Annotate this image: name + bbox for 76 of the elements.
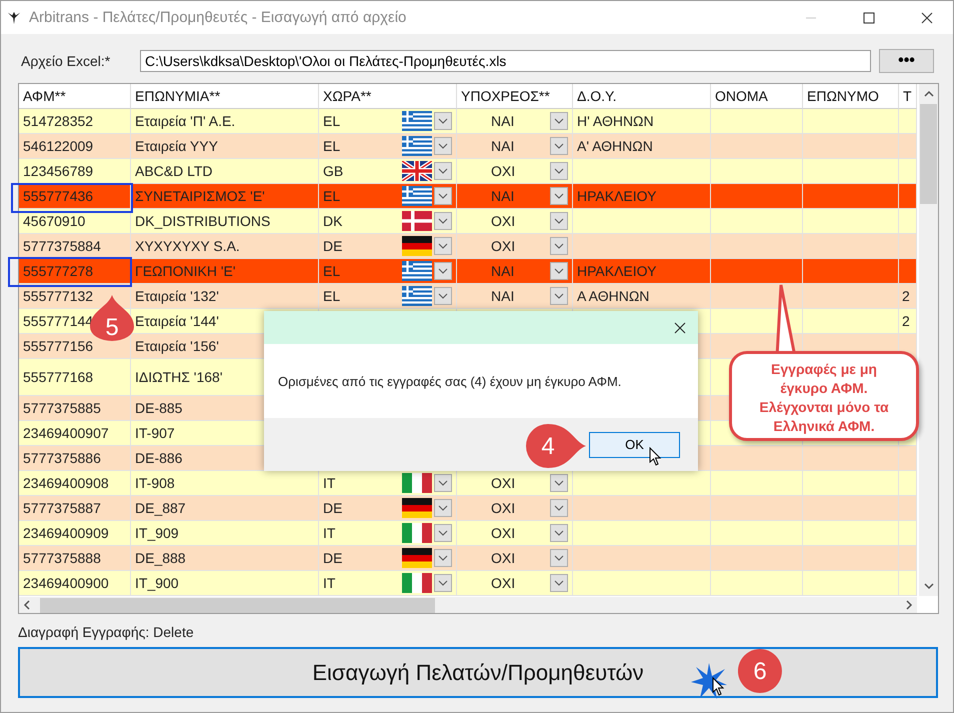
table-cell: DE	[323, 238, 342, 254]
table-cell: ABC&D LTD	[135, 163, 213, 179]
table-cell: ΟΧΙ	[491, 550, 516, 566]
table-cell: XYXYXYXY S.A.	[135, 238, 240, 254]
table-cell: 5777375888	[23, 550, 101, 566]
table-cell: ΗΡΑΚΛΕΙΟΥ	[577, 188, 656, 204]
table-cell: ΝΑΙ	[491, 188, 514, 204]
table-cell: 5777375886	[23, 450, 101, 466]
table-cell: ΗΡΑΚΛΕΙΟΥ	[577, 263, 656, 279]
table-cell: 514728352	[23, 113, 94, 129]
table-cell: DE	[323, 500, 342, 516]
table-cell: Εταιρεία 'Π' Α.Ε.	[135, 113, 236, 129]
table-cell: 2	[902, 313, 910, 329]
table-cell: ΟΧΙ	[491, 213, 516, 229]
table-cell: IT	[323, 525, 336, 541]
table-cell: EL	[323, 113, 340, 129]
table-cell: IT	[323, 575, 336, 591]
table-cell: IT_909	[135, 525, 179, 541]
delete-hint: Διαγραφή Εγγραφής: Delete	[18, 624, 195, 640]
table-cell: ΟΧΙ	[491, 163, 516, 179]
table-cell: GB	[323, 163, 344, 179]
table-cell: 5777375887	[23, 500, 101, 516]
table-cell: 123456789	[23, 163, 94, 179]
table-cell: ΟΧΙ	[491, 525, 516, 541]
table-cell: IT-908	[135, 475, 175, 491]
table-cell: 555777156	[23, 338, 94, 354]
callout-text: Εγγραφές με μη έγκυρο ΑΦΜ. Ελέγχονται μόνο τα Ελληνικά ΑΦΜ.	[729, 351, 919, 441]
table-cell: 23469400908	[23, 475, 109, 491]
step-marker: 4	[526, 424, 588, 468]
table-cell: ΟΧΙ	[491, 475, 516, 491]
dialog-message: Ορισμένες από τις εγγραφές σας (4) έχουν μη έγκυρο ΑΦΜ.	[278, 374, 622, 388]
file-label: Αρχείο Excel:*	[21, 53, 112, 69]
table-cell: Εταιρεία '144'	[135, 313, 219, 329]
table-cell: ΓΕΩΠΟΝΙΚΗ 'Ε'	[135, 263, 236, 279]
table-cell: 555777278	[23, 263, 94, 279]
table-cell: ΝΑΙ	[491, 263, 514, 279]
table-cell: DE_888	[135, 550, 186, 566]
table-cell: ΣΥΝΕΤΑΙΡΙΣΜΟΣ 'Ε'	[135, 188, 265, 204]
table-cell: 23469400900	[23, 575, 109, 591]
step-marker: 6	[738, 649, 782, 693]
table-cell: IT	[323, 475, 336, 491]
table-cell: 546122009	[23, 138, 94, 154]
table-cell: 555777168	[23, 369, 94, 385]
table-cell: Α ΑΘΗΝΩΝ	[577, 288, 650, 304]
table-cell: EL	[323, 288, 340, 304]
table-cell: 23469400907	[23, 425, 109, 441]
table-cell: Εταιρεία ΥΥΥ	[135, 138, 218, 154]
table-cell: 45670910	[23, 213, 86, 229]
table-cell: Α' ΑΘΗΝΩΝ	[577, 138, 653, 154]
table-cell: ΟΧΙ	[491, 238, 516, 254]
table-cell: ΟΧΙ	[491, 500, 516, 516]
table-cell: EL	[323, 138, 340, 154]
table-cell: DE-886	[135, 450, 182, 466]
table-cell: ΟΧΙ	[491, 575, 516, 591]
table-cell: ΝΑΙ	[491, 113, 514, 129]
table-cell: DE-885	[135, 400, 182, 416]
table-cell: IT_900	[135, 575, 179, 591]
table-cell: 2	[902, 288, 910, 304]
table-cell: DK	[323, 213, 342, 229]
table-cell: Εταιρεία '132'	[135, 288, 219, 304]
table-cell: 5777375884	[23, 238, 101, 254]
table-cell: IT-907	[135, 425, 175, 441]
table-cell: ΝΑΙ	[491, 288, 514, 304]
table-cell: DE	[323, 550, 342, 566]
table-cell: 23469400909	[23, 525, 109, 541]
table-cell: 5777375885	[23, 400, 101, 416]
window-title: Arbitrans - Πελάτες/Προμηθευτές - Εισαγωγή από αρχείο	[29, 9, 406, 26]
table-cell: EL	[323, 188, 340, 204]
table-cell: 555777436	[23, 188, 94, 204]
table-cell: Εταιρεία '156'	[135, 338, 219, 354]
table-cell: DE_887	[135, 500, 186, 516]
table-cell: Η' ΑΘΗΝΩΝ	[577, 113, 654, 129]
table-cell: EL	[323, 263, 340, 279]
table-cell: ΝΑΙ	[491, 138, 514, 154]
table-cell: DK_DISTRIBUTIONS	[135, 213, 270, 229]
table-cell: ΙΔΙΩΤΗΣ '168'	[135, 369, 223, 385]
